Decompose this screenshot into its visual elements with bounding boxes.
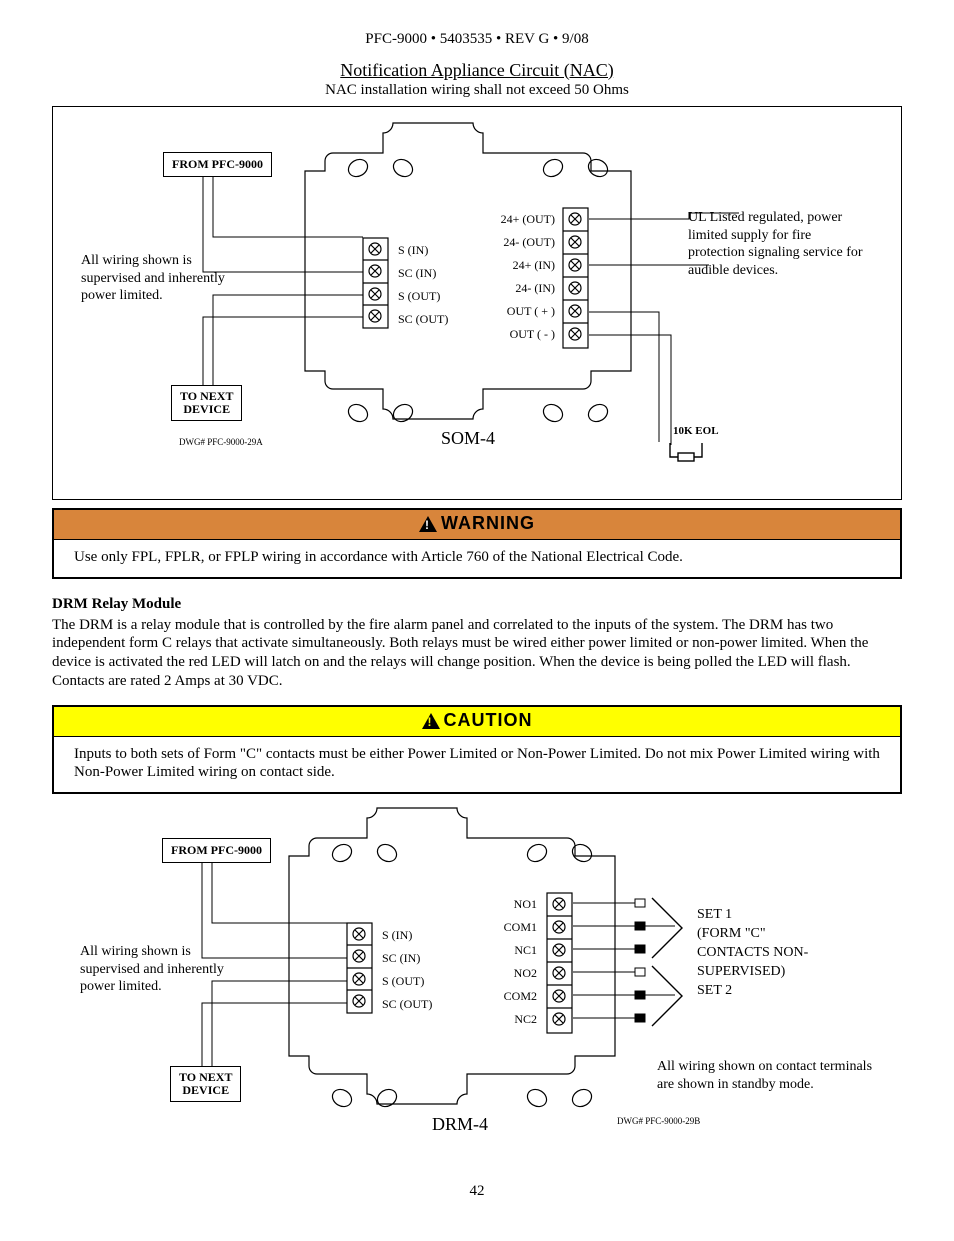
- drm-rt2: COM1: [489, 920, 537, 935]
- drm-set2: SET 2: [697, 983, 732, 998]
- drm-formc2: CONTACTS NON-: [697, 945, 808, 960]
- nac-eol-icon: [668, 441, 708, 465]
- nac-from-box: FROM PFC-9000: [163, 152, 272, 177]
- drm-device-name: DRM-4: [432, 1113, 488, 1136]
- drm-diagram: FROM PFC-9000 All wiring shown is superv…: [52, 798, 902, 1158]
- drm-lt3: S (OUT): [382, 974, 424, 989]
- warning-header: WARNING: [54, 510, 900, 540]
- nac-rt6: OUT ( - ): [493, 327, 555, 342]
- page-number: 42: [52, 1182, 902, 1201]
- nac-rt4: 24- (IN): [493, 281, 555, 296]
- drm-dwg: DWG# PFC-9000-29B: [617, 1116, 700, 1127]
- warning-label: WARNING: [441, 512, 535, 535]
- drm-standby-note: All wiring shown on contact terminals ar…: [657, 1058, 877, 1093]
- nac-lt1: S (IN): [398, 243, 428, 258]
- warning-triangle-icon: [419, 516, 437, 532]
- nac-left-note: All wiring shown is supervised and inher…: [81, 252, 231, 305]
- drm-rt6: NC2: [489, 1012, 537, 1027]
- nac-rt1: 24+ (OUT): [493, 212, 555, 227]
- drm-formc3: SUPERVISED): [697, 964, 785, 979]
- warning-body: Use only FPL, FPLR, or FPLP wiring in ac…: [54, 540, 900, 577]
- drm-title: DRM Relay Module: [52, 595, 902, 614]
- nac-device-name: SOM-4: [441, 427, 495, 450]
- drm-body: The DRM is a relay module that is contro…: [52, 616, 902, 691]
- drm-rt1: NO1: [489, 897, 537, 912]
- nac-right-note: UL Listed regulated, power limited suppl…: [688, 209, 868, 279]
- caution-body: Inputs to both sets of Form "C" contacts…: [54, 737, 900, 793]
- drm-to-next-box: TO NEXT DEVICE: [170, 1066, 241, 1102]
- nac-plate-svg: [293, 113, 673, 473]
- drm-rt5: COM2: [489, 989, 537, 1004]
- document-header: PFC-9000 • 5403535 • REV G • 9/08: [52, 30, 902, 49]
- to-next-l2: DEVICE: [183, 402, 230, 416]
- nac-lt2: SC (IN): [398, 266, 436, 281]
- caution-header: CAUTION: [54, 707, 900, 737]
- nac-rt3: 24+ (IN): [493, 258, 555, 273]
- caution-box: CAUTION Inputs to both sets of Form "C" …: [52, 705, 902, 795]
- nac-lt3: S (OUT): [398, 289, 440, 304]
- drm-rt3: NC1: [489, 943, 537, 958]
- nac-rt2: 24- (OUT): [493, 235, 555, 250]
- drm-from-box: FROM PFC-9000: [162, 838, 271, 863]
- drm-lt4: SC (OUT): [382, 997, 432, 1012]
- drm-plate-svg: [277, 798, 657, 1158]
- nac-diagram: FROM PFC-9000 All wiring shown is superv…: [52, 106, 902, 500]
- nac-title: Notification Appliance Circuit (NAC): [52, 59, 902, 82]
- nac-rt5: OUT ( + ): [493, 304, 555, 319]
- nac-eol-label: 10K EOL: [673, 425, 719, 439]
- drm-rt4: NO2: [489, 966, 537, 981]
- drm-set1: SET 1: [697, 907, 732, 922]
- drm-to-next-l2: DEVICE: [182, 1083, 229, 1097]
- drm-lt1: S (IN): [382, 928, 412, 943]
- caution-triangle-icon: [422, 713, 440, 729]
- drm-to-next-l1: TO NEXT: [179, 1070, 232, 1084]
- caution-label: CAUTION: [444, 709, 533, 732]
- nac-subtitle: NAC installation wiring shall not exceed…: [52, 81, 902, 100]
- nac-lt4: SC (OUT): [398, 312, 448, 327]
- drm-lt2: SC (IN): [382, 951, 420, 966]
- drm-right-note: SET 1 (FORM "C" CONTACTS NON- SUPERVISED…: [697, 906, 808, 1000]
- warning-box: WARNING Use only FPL, FPLR, or FPLP wiri…: [52, 508, 902, 579]
- nac-dwg: DWG# PFC-9000-29A: [179, 437, 263, 448]
- to-next-l1: TO NEXT: [180, 389, 233, 403]
- nac-to-next-box: TO NEXT DEVICE: [171, 385, 242, 421]
- drm-left-note: All wiring shown is supervised and inher…: [80, 943, 230, 996]
- drm-formc1: (FORM "C": [697, 926, 766, 941]
